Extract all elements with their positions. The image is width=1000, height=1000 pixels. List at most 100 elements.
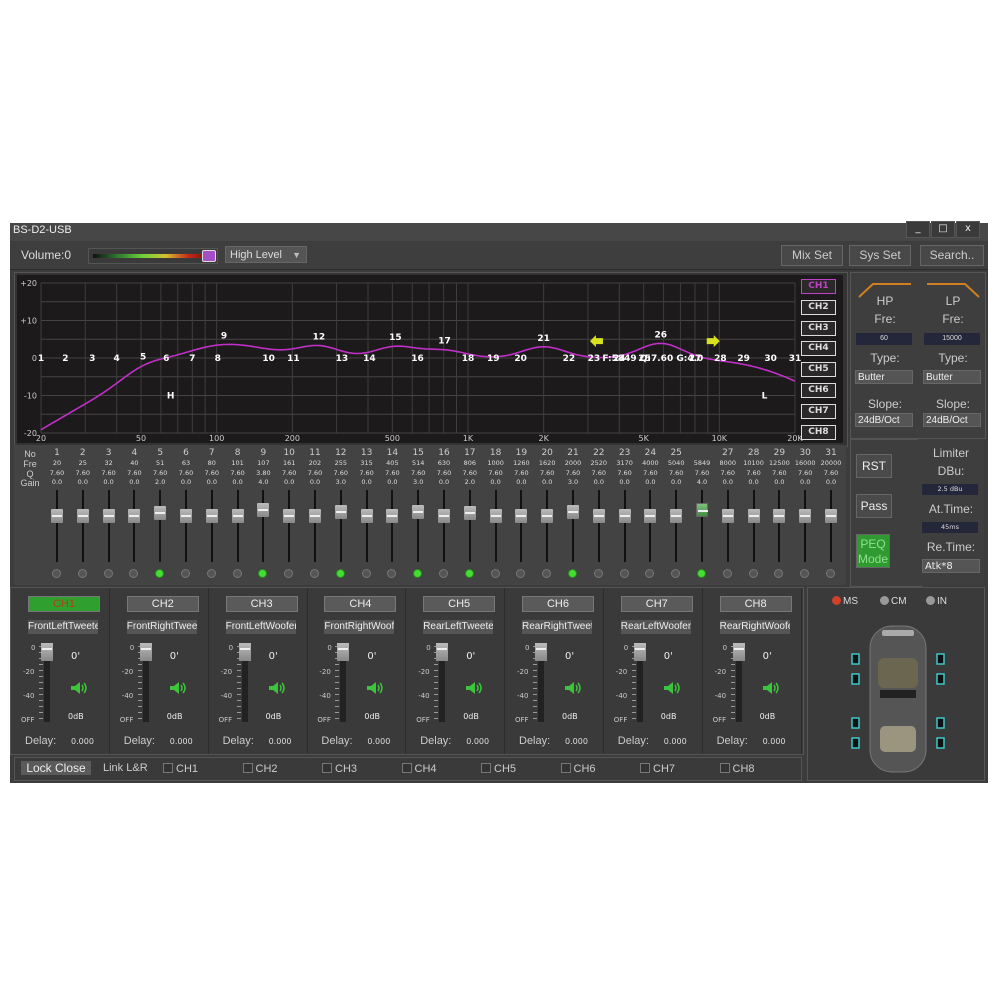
channel-volume-handle[interactable] <box>337 643 350 661</box>
band-marker[interactable]: 9 <box>221 332 227 342</box>
band-slider-track[interactable] <box>417 490 420 562</box>
channel-volume-handle[interactable] <box>238 643 251 661</box>
band-marker[interactable]: 30 <box>764 354 777 364</box>
band-frequency[interactable]: 16000 <box>792 459 818 467</box>
band-gain[interactable]: 0.0 <box>818 478 844 486</box>
band-frequency[interactable]: 2520 <box>586 459 612 467</box>
channel-name-field[interactable]: FrontRightWoofer <box>324 620 395 634</box>
band-marker[interactable]: 29 <box>737 354 750 364</box>
band-marker[interactable]: 19 <box>487 354 500 364</box>
band-marker[interactable]: 7 <box>189 354 195 364</box>
band-frequency[interactable]: 51 <box>147 459 173 467</box>
band-gain[interactable]: 0.0 <box>586 478 612 486</box>
band-slider-handle[interactable] <box>515 509 528 523</box>
band-q[interactable]: 7.60 <box>405 469 431 477</box>
band-active-led[interactable] <box>387 569 397 578</box>
band-q[interactable]: 7.60 <box>70 469 96 477</box>
band-frequency[interactable]: 107 <box>250 459 276 467</box>
band-gain[interactable]: 0.0 <box>766 478 792 486</box>
band-active-led[interactable] <box>284 569 294 578</box>
band-slider-track[interactable] <box>236 490 239 562</box>
reset-button[interactable]: RST <box>856 454 892 478</box>
band-frequency[interactable]: 1000 <box>483 459 509 467</box>
channel-volume-handle[interactable] <box>535 643 547 661</box>
dbu-field[interactable]: 2.5 dBu <box>922 484 978 495</box>
band-slider-track[interactable] <box>726 490 729 562</box>
band-gain[interactable]: 0.0 <box>225 478 251 486</box>
channel-select-button[interactable]: CH8 <box>719 596 792 612</box>
mode-cm-radio[interactable]: CM <box>880 596 907 607</box>
lock-close-button[interactable]: Lock Close <box>21 761 91 775</box>
band-slider-track[interactable] <box>468 490 471 562</box>
band-slider-handle[interactable] <box>309 509 321 523</box>
band-gain[interactable]: 4.0 <box>689 478 715 486</box>
link-checkbox-ch1[interactable]: CH1 <box>163 763 198 775</box>
band-gain[interactable]: 0.0 <box>534 478 560 486</box>
phase-value[interactable]: 0' <box>269 651 278 662</box>
mode-in-radio[interactable]: IN <box>926 596 947 607</box>
band-slider-track[interactable] <box>391 490 394 562</box>
band-gain[interactable]: 4.0 <box>250 478 276 486</box>
band-slider-handle[interactable] <box>257 503 270 517</box>
phase-value[interactable]: 0' <box>664 651 673 662</box>
channel-volume-handle[interactable] <box>633 643 646 661</box>
band-slider-track[interactable] <box>546 490 549 562</box>
band-slider-handle[interactable] <box>773 509 786 523</box>
band-gain[interactable]: 0.0 <box>637 478 663 486</box>
band-slider-track[interactable] <box>520 490 523 562</box>
volume-slider-handle[interactable] <box>202 250 216 262</box>
band-slider-handle[interactable] <box>334 504 347 519</box>
band-gain[interactable]: 0.0 <box>792 478 818 486</box>
band-slider-track[interactable] <box>339 490 342 562</box>
band-frequency[interactable]: 806 <box>457 459 483 467</box>
graph-channel-ch3[interactable]: CH3 <box>801 320 836 336</box>
band-active-led[interactable] <box>516 569 526 578</box>
band-q[interactable]: 7.60 <box>715 469 741 477</box>
band-slider-handle[interactable] <box>438 509 450 523</box>
band-gain[interactable]: 0.0 <box>715 478 741 486</box>
hp-frequency-field[interactable]: 60 <box>856 333 912 345</box>
band-q[interactable]: 7.60 <box>663 469 689 477</box>
graph-channel-ch4[interactable]: CH4 <box>801 341 836 357</box>
band-frequency[interactable]: 40 <box>121 459 147 467</box>
phase-value[interactable]: 0' <box>71 651 80 662</box>
band-slider-handle[interactable] <box>51 509 63 523</box>
channel-select-button[interactable]: CH7 <box>620 596 693 612</box>
band-gain[interactable]: 0.0 <box>508 478 534 486</box>
band-slider-track[interactable] <box>623 490 626 562</box>
speaker-mute-icon[interactable] <box>268 681 288 695</box>
band-slider-track[interactable] <box>365 490 368 562</box>
band-gain[interactable]: 0.0 <box>96 478 122 486</box>
band-slider-handle[interactable] <box>670 509 683 523</box>
band-slider-handle[interactable] <box>231 509 244 523</box>
release-time-select[interactable]: Atk*8 <box>922 559 980 573</box>
band-active-led[interactable] <box>77 569 87 578</box>
band-marker[interactable]: 21 <box>537 334 550 344</box>
band-gain[interactable]: 0.0 <box>663 478 689 486</box>
band-slider-handle[interactable] <box>489 509 502 523</box>
band-q[interactable]: 7.60 <box>276 469 302 477</box>
speaker-mute-icon[interactable] <box>366 681 386 695</box>
band-active-led[interactable] <box>568 569 577 578</box>
graph-channel-ch2[interactable]: CH2 <box>801 299 836 315</box>
band-slider-track[interactable] <box>778 490 781 562</box>
band-q[interactable]: 7.60 <box>44 469 70 477</box>
band-q[interactable]: 7.60 <box>586 469 612 477</box>
band-q[interactable]: 7.60 <box>792 469 818 477</box>
band-frequency[interactable]: 255 <box>328 459 354 467</box>
band-slider-track[interactable] <box>597 490 600 562</box>
mode-ms-radio[interactable]: MS <box>832 596 858 607</box>
channel-select-button[interactable]: CH5 <box>423 596 496 612</box>
band-q[interactable]: 7.60 <box>560 469 586 477</box>
band-active-led[interactable] <box>310 569 319 578</box>
band-slider-handle[interactable] <box>283 509 296 523</box>
band-active-led[interactable] <box>413 569 423 578</box>
band-frequency[interactable]: 12500 <box>766 459 792 467</box>
phase-value[interactable]: 0' <box>565 651 574 662</box>
band-frequency[interactable]: 101 <box>225 459 251 467</box>
band-gain[interactable]: 3.0 <box>328 478 354 486</box>
band-slider-handle[interactable] <box>205 509 218 523</box>
channel-name-field[interactable]: RearRightTweeter <box>522 620 592 634</box>
delay-value[interactable]: 0.000 <box>763 737 786 746</box>
band-q[interactable]: 7.60 <box>508 469 534 477</box>
